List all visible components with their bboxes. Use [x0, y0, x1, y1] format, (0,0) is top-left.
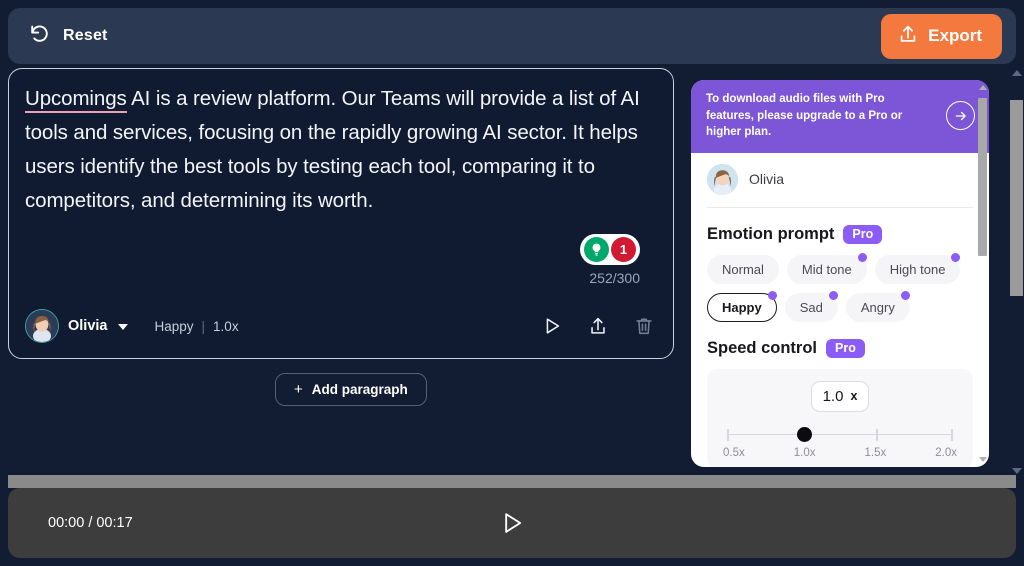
tick-label: 1.0x — [793, 446, 816, 459]
emotion-label: Happy — [154, 318, 194, 334]
chip-label: Normal — [722, 261, 764, 277]
pro-dot-icon — [828, 290, 838, 300]
slider-tick — [951, 428, 953, 441]
speed-section-title: Speed control — [707, 338, 818, 357]
playback-time: 00:00 / 00:17 — [48, 515, 133, 531]
horizontal-scrollbar[interactable] — [8, 475, 1016, 488]
emotion-chip-mid-tone[interactable]: Mid tone — [786, 252, 867, 284]
page-scroll-thumb[interactable] — [1010, 100, 1023, 296]
emotion-chip-high-tone[interactable]: High tone — [874, 252, 961, 284]
scroll-up-arrow-icon[interactable] — [979, 85, 987, 90]
chip-label: Mid tone — [801, 261, 852, 277]
page-scroll-down-icon[interactable] — [1012, 468, 1022, 474]
arrow-right-icon[interactable] — [946, 101, 975, 131]
reset-icon — [28, 22, 52, 51]
pro-tag: Pro — [826, 338, 865, 358]
speed-value-box[interactable]: 1.0 x — [811, 380, 869, 412]
pro-dot-icon — [900, 290, 910, 300]
character-counter: 252/300 — [589, 270, 640, 286]
add-paragraph-label: Add paragraph — [311, 382, 408, 397]
scroll-down-arrow-icon[interactable] — [979, 457, 987, 462]
emotion-chip-normal[interactable]: Normal — [707, 254, 779, 284]
emotion-chip-list: Normal Mid tone High tone Happy Sad Angr… — [707, 252, 973, 322]
reset-label: Reset — [63, 27, 108, 44]
paragraph-actions — [541, 315, 655, 337]
tick-label: 1.5x — [864, 446, 887, 459]
upload-icon — [897, 23, 919, 50]
pro-dot-icon — [951, 252, 961, 262]
audio-player-bar: 00:00 / 00:17 — [8, 488, 1016, 558]
pro-banner-text: To download audio files with Pro feature… — [706, 93, 903, 138]
meta-separator: | — [201, 318, 206, 334]
slider-track — [727, 433, 953, 435]
speed-unit: x — [850, 389, 858, 403]
voice-selector[interactable]: Olivia Happy | 1.0x — [25, 309, 239, 343]
speed-slider[interactable] — [727, 424, 953, 446]
pro-dot-icon — [767, 290, 777, 300]
voice-name: Olivia — [68, 318, 108, 334]
speed-control: 1.0 x 0.5x 1.0x 1.5x 2.0x — [707, 368, 973, 467]
chip-label: High tone — [889, 261, 946, 277]
panel-scrollbar[interactable] — [978, 84, 987, 463]
emotion-chip-angry[interactable]: Angry — [845, 290, 910, 322]
add-paragraph-button[interactable]: + Add paragraph — [275, 373, 427, 406]
misspelled-word[interactable]: Upcomings — [25, 87, 127, 113]
player-play-button[interactable] — [498, 509, 526, 537]
suggestion-count: 1 — [611, 237, 636, 262]
export-button[interactable]: Export — [881, 13, 1002, 59]
emotion-chip-sad[interactable]: Sad — [784, 290, 838, 322]
app-root: Reset Export Upcomings AI is a review pl… — [0, 0, 1024, 566]
trash-icon[interactable] — [633, 315, 655, 337]
hint-badge-group: 1 252/300 — [580, 234, 640, 286]
speaker-avatar — [707, 163, 738, 195]
panel-body: Olivia Emotion prompt Pro Normal Mid ton… — [691, 153, 989, 467]
play-icon[interactable] — [541, 315, 563, 337]
chip-label: Angry — [860, 299, 895, 315]
page-scroll-up-icon[interactable] — [1012, 70, 1022, 76]
tick-label: 2.0x — [935, 446, 957, 459]
speed-section-header: Speed control Pro — [707, 338, 973, 358]
page-scrollbar[interactable] — [1008, 64, 1024, 486]
paragraph-footer: Olivia Happy | 1.0x — [9, 302, 673, 350]
voice-settings-panel: To download audio files with Pro feature… — [691, 80, 989, 467]
avatar — [25, 309, 59, 343]
slider-tick-labels: 0.5x 1.0x 1.5x 2.0x — [721, 447, 959, 459]
speed-value: 1.0 — [822, 387, 844, 405]
suggestion-badge[interactable]: 1 — [580, 234, 640, 265]
chevron-down-icon[interactable] — [117, 324, 128, 330]
slider-tick — [876, 428, 878, 441]
reset-button[interactable]: Reset — [22, 18, 114, 55]
slider-knob[interactable] — [797, 426, 813, 442]
paragraph-card[interactable]: Upcomings AI is a review platform. Our T… — [8, 68, 674, 359]
paragraph-text[interactable]: Upcomings AI is a review platform. Our T… — [25, 82, 655, 218]
pro-dot-icon — [857, 252, 867, 262]
panel-scroll-thumb[interactable] — [978, 98, 987, 256]
lightbulb-icon — [584, 237, 609, 262]
speaker-name: Olivia — [749, 171, 785, 187]
emotion-chip-happy[interactable]: Happy — [707, 290, 777, 322]
voice-meta: Happy | 1.0x — [155, 319, 239, 334]
emotion-section-title: Emotion prompt — [707, 224, 835, 243]
top-toolbar: Reset Export — [8, 8, 1016, 64]
export-label: Export — [928, 26, 982, 45]
pro-tag: Pro — [843, 224, 883, 244]
slider-tick — [727, 428, 729, 441]
chip-label: Happy — [722, 299, 762, 315]
pro-upgrade-banner[interactable]: To download audio files with Pro feature… — [691, 80, 989, 153]
speed-label: 1.0x — [213, 318, 239, 334]
tick-label: 0.5x — [723, 446, 745, 459]
plus-icon: + — [294, 381, 303, 398]
share-icon[interactable] — [587, 315, 609, 337]
emotion-section-header: Emotion prompt Pro — [707, 224, 973, 244]
chip-label: Sad — [799, 299, 823, 315]
speaker-row[interactable]: Olivia — [707, 153, 973, 208]
